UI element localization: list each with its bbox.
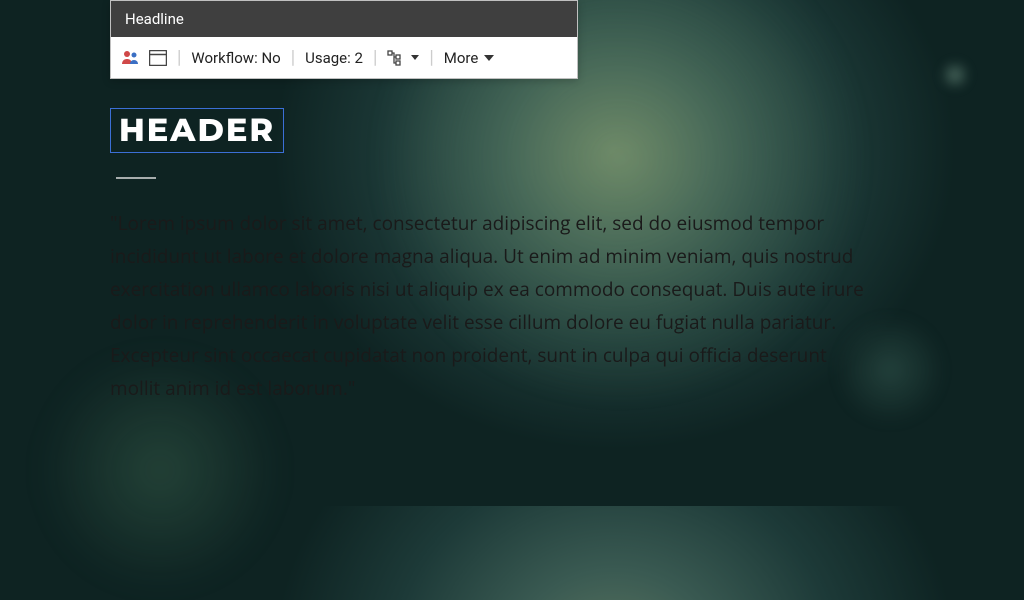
more-label: More <box>444 49 479 67</box>
background-blob <box>940 60 970 90</box>
page-header[interactable]: HEADER <box>119 111 275 150</box>
usage-label: Usage: <box>305 49 351 67</box>
content-area: HEADER "Lorem ipsum dolor sit amet, cons… <box>110 108 890 405</box>
usage-value: 2 <box>355 49 363 67</box>
panel-toolbar: | Workflow: No | Usage: 2 | | Mor <box>111 37 577 78</box>
separator: | <box>373 47 377 68</box>
chevron-down-icon <box>411 55 419 60</box>
usage-status[interactable]: Usage: 2 <box>305 49 363 67</box>
chevron-down-icon <box>484 55 494 61</box>
workflow-status[interactable]: Workflow: No <box>191 49 280 67</box>
editor-panel: Headline | Workflow: No | Usage: 2 <box>110 0 578 79</box>
workflow-value: No <box>261 49 280 67</box>
more-dropdown[interactable]: More <box>444 49 495 67</box>
panel-title: Headline <box>111 1 577 37</box>
tree-dropdown[interactable] <box>387 50 419 66</box>
workflow-label: Workflow: <box>191 49 257 67</box>
window-icon[interactable] <box>149 50 167 66</box>
users-icon[interactable] <box>121 49 141 67</box>
separator: | <box>429 47 433 68</box>
header-selection-box[interactable]: HEADER <box>110 108 284 153</box>
tree-icon <box>387 50 403 66</box>
separator: | <box>177 47 181 68</box>
separator: | <box>291 47 295 68</box>
divider <box>116 177 156 179</box>
body-paragraph[interactable]: "Lorem ipsum dolor sit amet, consectetur… <box>110 207 870 405</box>
